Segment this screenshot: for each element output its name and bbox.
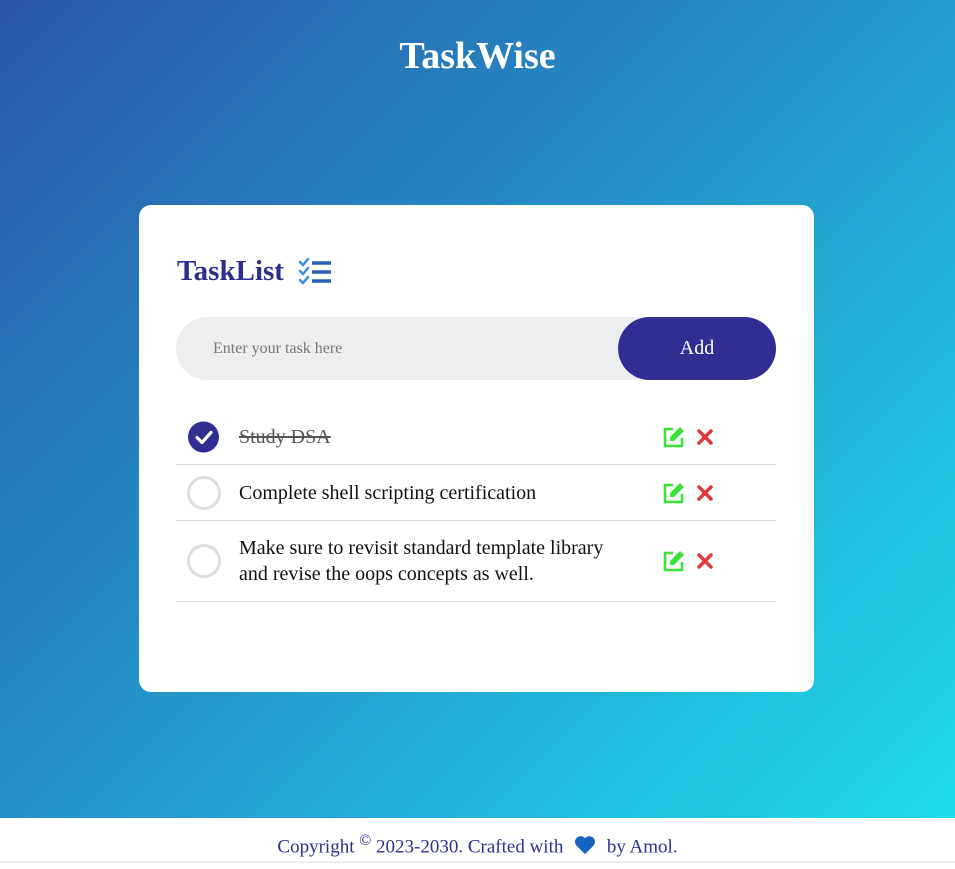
card-heading: TaskList <box>177 255 284 287</box>
task-actions <box>662 550 714 572</box>
delete-icon[interactable] <box>696 428 714 446</box>
task-input[interactable] <box>176 317 616 380</box>
task-actions <box>662 482 714 504</box>
task-text: Complete shell scripting certification <box>239 481 537 504</box>
task-checkbox[interactable] <box>187 544 221 578</box>
task-card: TaskList Add Study DSA Complete shell sc… <box>139 205 814 692</box>
footer: Copyright © 2023-2030. Crafted with by A… <box>0 818 955 863</box>
footer-copyright: Copyright <box>277 836 355 858</box>
task-item: Complete shell scripting certification <box>176 465 776 521</box>
task-checkbox[interactable] <box>188 421 219 453</box>
copyright-symbol: © <box>359 832 372 849</box>
blue-heart-icon <box>575 836 596 855</box>
checklist-icon <box>298 257 331 285</box>
task-text: Study DSA <box>239 426 331 448</box>
footer-text: 2023-2030. Crafted with <box>376 836 564 858</box>
task-actions <box>662 426 714 448</box>
task-checkbox[interactable] <box>187 475 221 510</box>
task-list: Study DSA Complete shell scripting certi… <box>176 410 776 602</box>
task-item: Study DSA <box>176 410 776 465</box>
task-item: Make sure to revisit standard template l… <box>176 521 776 602</box>
footer-author: by Amol. <box>606 836 678 858</box>
edit-icon[interactable] <box>662 426 686 448</box>
task-input-row: Add <box>176 317 776 380</box>
task-text: Make sure to revisit standard template l… <box>239 537 604 585</box>
edit-icon[interactable] <box>662 482 686 504</box>
check-icon <box>195 430 213 445</box>
delete-icon[interactable] <box>696 552 714 570</box>
delete-icon[interactable] <box>696 484 714 502</box>
edit-icon[interactable] <box>662 550 686 572</box>
card-header: TaskList <box>177 255 332 288</box>
app-title: TaskWise <box>399 35 556 77</box>
add-button[interactable]: Add <box>618 317 776 380</box>
